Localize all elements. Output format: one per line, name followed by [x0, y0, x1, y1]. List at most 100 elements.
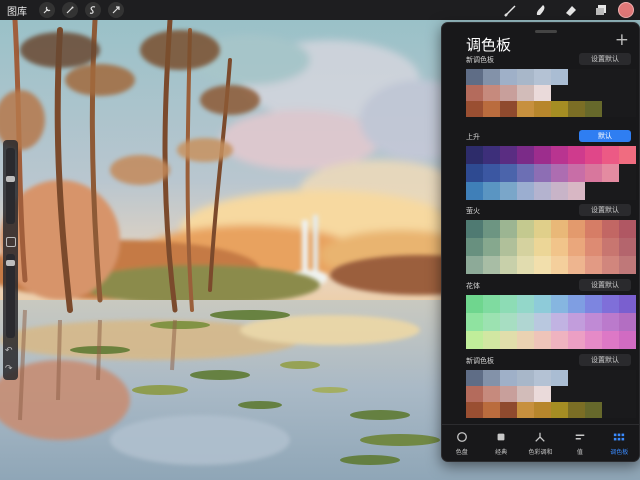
- color-swatch[interactable]: [585, 295, 602, 313]
- color-swatch[interactable]: [500, 85, 517, 101]
- color-swatch[interactable]: [500, 402, 517, 418]
- color-swatch[interactable]: [534, 402, 551, 418]
- color-swatch[interactable]: [619, 386, 636, 402]
- color-swatch[interactable]: [551, 402, 568, 418]
- color-swatch[interactable]: [517, 85, 534, 101]
- selection-icon[interactable]: [84, 1, 102, 19]
- color-swatch[interactable]: [483, 220, 500, 238]
- color-swatch[interactable]: [483, 146, 500, 164]
- color-swatch[interactable]: [466, 402, 483, 418]
- eraser-icon[interactable]: [556, 0, 586, 20]
- color-swatch[interactable]: [517, 238, 534, 256]
- color-swatch[interactable]: [466, 331, 483, 349]
- nav-square[interactable]: 经典: [481, 425, 520, 461]
- palette-name[interactable]: 上升: [466, 132, 480, 142]
- color-swatch[interactable]: [466, 220, 483, 238]
- color-swatch[interactable]: [534, 85, 551, 101]
- color-swatch[interactable]: [466, 85, 483, 101]
- color-swatch[interactable]: [568, 331, 585, 349]
- modify-button[interactable]: [6, 237, 16, 247]
- color-swatch[interactable]: [602, 331, 619, 349]
- color-swatch[interactable]: [517, 101, 534, 117]
- color-swatch[interactable]: [551, 256, 568, 274]
- color-swatch[interactable]: [500, 164, 517, 182]
- opacity-slider[interactable]: [6, 254, 15, 338]
- color-swatch[interactable]: [517, 386, 534, 402]
- color-swatch[interactable]: [517, 331, 534, 349]
- color-swatch[interactable]: [619, 238, 636, 256]
- set-default-button[interactable]: 设置默认: [579, 354, 631, 366]
- nav-sliders[interactable]: 值: [560, 425, 599, 461]
- color-swatch[interactable]: [517, 256, 534, 274]
- color-swatch[interactable]: [585, 370, 602, 386]
- color-swatch[interactable]: [602, 69, 619, 85]
- color-swatch[interactable]: [551, 386, 568, 402]
- color-swatch[interactable]: [534, 164, 551, 182]
- color-swatch[interactable]: [602, 386, 619, 402]
- nav-harmony[interactable]: 色彩调和: [521, 425, 560, 461]
- color-swatch[interactable]: [602, 146, 619, 164]
- color-swatch[interactable]: [602, 370, 619, 386]
- color-swatch[interactable]: [534, 256, 551, 274]
- color-swatch[interactable]: [500, 101, 517, 117]
- color-swatch[interactable]: [517, 182, 534, 200]
- color-swatch[interactable]: [568, 220, 585, 238]
- gallery-button[interactable]: 图库: [7, 3, 33, 18]
- color-swatch[interactable]: [568, 85, 585, 101]
- color-swatch[interactable]: [602, 238, 619, 256]
- undo-icon[interactable]: ↶: [5, 346, 13, 356]
- color-swatch[interactable]: [568, 256, 585, 274]
- color-swatch[interactable]: [602, 313, 619, 331]
- color-swatch[interactable]: [483, 313, 500, 331]
- smudge-icon[interactable]: [526, 0, 556, 20]
- color-swatch[interactable]: [619, 101, 636, 117]
- color-swatch[interactable]: [534, 146, 551, 164]
- color-swatch[interactable]: [585, 101, 602, 117]
- color-swatch[interactable]: [551, 331, 568, 349]
- color-swatch[interactable]: [534, 238, 551, 256]
- set-default-button[interactable]: 设置默认: [579, 53, 631, 65]
- color-swatch[interactable]: [602, 402, 619, 418]
- palette-name[interactable]: 萤火: [466, 206, 480, 216]
- color-swatch[interactable]: [466, 164, 483, 182]
- color-swatch[interactable]: [466, 313, 483, 331]
- color-swatch[interactable]: [551, 101, 568, 117]
- color-swatch[interactable]: [483, 238, 500, 256]
- current-color-swatch[interactable]: [618, 2, 634, 18]
- palette-name[interactable]: 新调色板: [466, 356, 494, 366]
- color-swatch[interactable]: [551, 238, 568, 256]
- color-swatch[interactable]: [466, 370, 483, 386]
- color-swatch[interactable]: [517, 164, 534, 182]
- set-default-button[interactable]: 设置默认: [579, 279, 631, 291]
- color-swatch[interactable]: [483, 402, 500, 418]
- nav-grid[interactable]: 调色板: [600, 425, 639, 461]
- color-swatch[interactable]: [534, 220, 551, 238]
- brush-size-slider[interactable]: [6, 148, 15, 224]
- color-swatch[interactable]: [585, 220, 602, 238]
- color-swatch[interactable]: [602, 220, 619, 238]
- color-swatch[interactable]: [568, 146, 585, 164]
- color-swatch[interactable]: [551, 370, 568, 386]
- palette-name[interactable]: 花体: [466, 281, 480, 291]
- color-swatch[interactable]: [568, 69, 585, 85]
- color-swatch[interactable]: [500, 386, 517, 402]
- add-palette-button[interactable]: +: [615, 30, 629, 50]
- color-swatch[interactable]: [500, 295, 517, 313]
- magic-wand-icon[interactable]: [61, 1, 79, 19]
- color-swatch[interactable]: [466, 295, 483, 313]
- color-swatch[interactable]: [534, 370, 551, 386]
- color-swatch[interactable]: [568, 370, 585, 386]
- color-swatch[interactable]: [619, 164, 636, 182]
- color-swatch[interactable]: [619, 69, 636, 85]
- color-swatch[interactable]: [585, 402, 602, 418]
- color-swatch[interactable]: [568, 313, 585, 331]
- color-swatch[interactable]: [500, 370, 517, 386]
- panel-grabber[interactable]: [535, 30, 557, 33]
- palette-name[interactable]: 新调色板: [466, 55, 494, 65]
- color-swatch[interactable]: [500, 220, 517, 238]
- color-swatch[interactable]: [500, 69, 517, 85]
- color-swatch[interactable]: [483, 386, 500, 402]
- transform-arrow-icon[interactable]: [107, 1, 125, 19]
- color-swatch[interactable]: [568, 295, 585, 313]
- color-swatch[interactable]: [585, 331, 602, 349]
